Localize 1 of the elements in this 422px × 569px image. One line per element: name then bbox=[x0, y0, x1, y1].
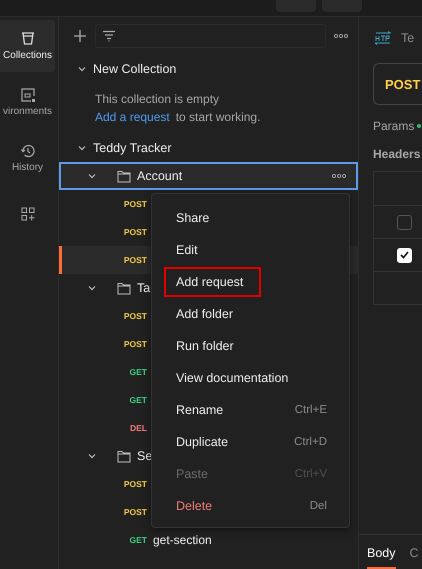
empty-message: This collection is empty Add a request to start working. bbox=[94, 91, 262, 126]
